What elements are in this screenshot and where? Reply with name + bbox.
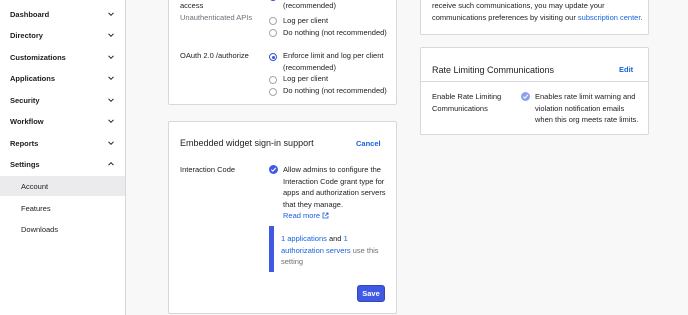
checkmark-icon (522, 94, 529, 99)
cancel-button[interactable]: Cancel (356, 139, 381, 148)
radio-enforce-unauth[interactable] (269, 0, 277, 1)
sidebar-item-label: Dashboard (10, 9, 50, 19)
sidebar-item-label: Directory (10, 30, 43, 40)
field-label-rate-limiting: Communications (432, 104, 488, 113)
sidebar-subitem-account[interactable]: Account (0, 176, 125, 196)
rate-limiting-checkbox (521, 92, 530, 101)
callout-line: authorization servers use this (281, 245, 379, 256)
radio-do-nothing-oauth[interactable] (269, 88, 277, 96)
option-label: Do nothing (not recommended) (283, 86, 387, 95)
sidebar-item-label: Settings (10, 159, 40, 169)
sidebar: Dashboard Directory Customizations Appli… (0, 0, 126, 315)
sidebar-subitem-label: Account (21, 181, 49, 191)
chevron-down-icon (108, 55, 114, 60)
sidebar-item-applications[interactable]: Applications (0, 69, 125, 87)
checkbox-text-line: Interaction Code grant type for (283, 177, 385, 186)
callout-line: 1 applications and 1 (281, 233, 348, 244)
field-label-interaction-code: Interaction Code (180, 165, 236, 174)
sidebar-item-label: Reports (10, 138, 39, 148)
option-label: Log per client (283, 74, 329, 83)
row-label-unauthenticated-apis: Unauthenticated APIs (180, 13, 253, 22)
chevron-down-icon (108, 119, 114, 124)
comms-text-line: communications preferences by visiting o… (432, 12, 643, 23)
sidebar-item-security[interactable]: Security (0, 91, 125, 109)
comms-text-suffix: . (640, 13, 643, 22)
sidebar-item-label: Workflow (10, 116, 44, 126)
checkbox-text-line: apps and authorization servers (283, 188, 386, 197)
option-label: Enforce limit and log per client (283, 51, 384, 60)
option-label-cont: (recommended) (283, 1, 336, 10)
sidebar-item-label: Security (10, 95, 40, 105)
radio-enforce-oauth[interactable] (269, 53, 277, 61)
divider (421, 81, 648, 82)
comms-text-line: receive such communications, you may upd… (432, 1, 605, 10)
checkbox-text-line: when this org meets rate limits. (535, 115, 639, 124)
rate-limiting-communications-panel: Rate Limiting Communications Edit Enable… (420, 47, 649, 135)
sidebar-subitem-label: Features (21, 203, 51, 213)
applications-link[interactable]: 1 applications (281, 234, 327, 243)
rate-limit-settings-panel: (recommended) access Unauthenticated API… (168, 0, 397, 105)
chevron-down-icon (108, 76, 114, 81)
sidebar-item-settings[interactable]: Settings (0, 155, 125, 173)
chevron-down-icon (108, 98, 114, 103)
authorization-servers-count-link[interactable]: 1 (344, 234, 348, 243)
sidebar-item-customizations[interactable]: Customizations (0, 48, 125, 66)
option-label: Log per client (283, 16, 329, 25)
panel-title: Rate Limiting Communications (432, 65, 555, 75)
radio-log-per-client-oauth[interactable] (269, 76, 277, 84)
sidebar-subitem-downloads[interactable]: Downloads (0, 219, 125, 239)
callout-and-text: and (326, 234, 344, 243)
save-button[interactable]: Save (357, 285, 385, 302)
panel-title: Embedded widget sign-in support (180, 138, 314, 148)
sidebar-item-directory[interactable]: Directory (0, 26, 125, 44)
interaction-code-checkbox[interactable] (269, 165, 278, 174)
option-label: (recommended) (283, 63, 336, 72)
sidebar-item-label: Customizations (10, 52, 66, 62)
chevron-down-icon (108, 12, 114, 17)
sidebar-item-workflow[interactable]: Workflow (0, 112, 125, 130)
external-link-icon (322, 212, 329, 219)
callout-setting-text: setting (281, 257, 304, 266)
sidebar-subitem-features[interactable]: Features (0, 198, 125, 218)
sidebar-item-dashboard[interactable]: Dashboard (0, 5, 125, 23)
communications-preferences-panel: receive such communications, you may upd… (420, 0, 649, 35)
checkbox-text-line: violation notification emails (535, 104, 625, 113)
row-label-access: access (180, 1, 204, 10)
read-more-link[interactable]: Read more (283, 210, 329, 221)
edit-button[interactable]: Edit (619, 65, 633, 74)
field-label-rate-limiting: Enable Rate Limiting (432, 92, 502, 101)
read-more-label: Read more (283, 211, 321, 220)
sidebar-item-reports[interactable]: Reports (0, 134, 125, 152)
chevron-down-icon (108, 141, 114, 146)
chevron-down-icon (108, 33, 114, 38)
checkbox-text-line: Allow admins to configure the (283, 165, 381, 174)
callout-accent-bar (269, 226, 274, 272)
sidebar-subitem-label: Downloads (21, 224, 59, 234)
checkbox-text-line: Enables rate limit warning and (535, 92, 636, 101)
callout-use-text: use this (350, 246, 379, 255)
authorization-servers-link[interactable]: authorization servers (281, 246, 351, 255)
embedded-widget-panel: Embedded widget sign-in support Cancel I… (168, 121, 397, 314)
radio-log-per-client-unauth[interactable] (269, 17, 277, 25)
chevron-up-icon (108, 161, 114, 166)
subscription-center-link[interactable]: subscription center (578, 13, 641, 22)
comms-text-prefix: communications preferences by visiting o… (432, 13, 578, 22)
radio-do-nothing-unauth[interactable] (269, 29, 277, 37)
checkmark-icon (270, 167, 277, 172)
option-label: Do nothing (not recommended) (283, 28, 387, 37)
checkbox-text-line: that they manage. (283, 200, 344, 209)
sidebar-item-label: Applications (10, 73, 56, 83)
row-label-oauth-authorize: OAuth 2.0 /authorize (180, 51, 249, 60)
